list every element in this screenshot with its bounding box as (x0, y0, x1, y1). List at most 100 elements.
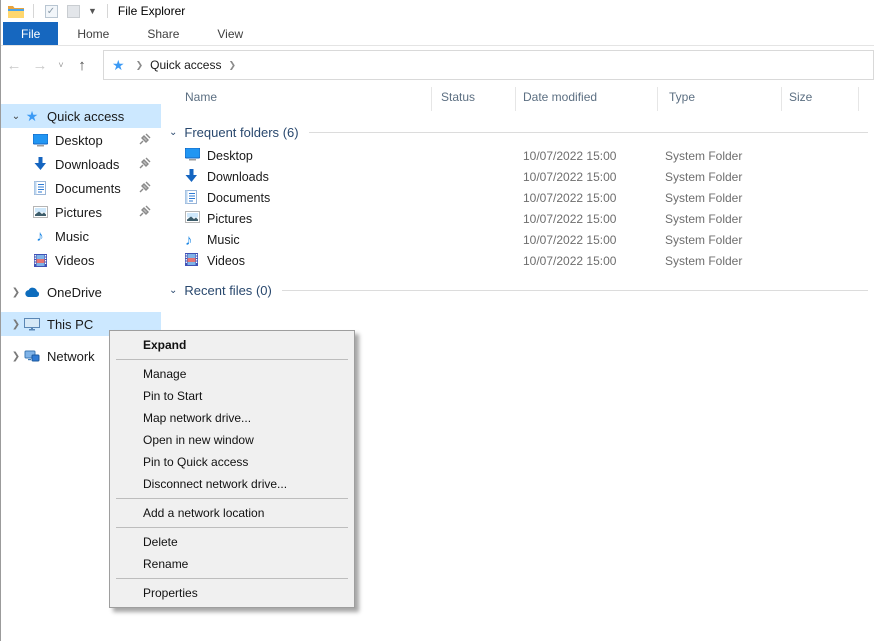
music-icon: ♪ (185, 232, 201, 248)
menu-item-map-network-drive[interactable]: Map network drive... (110, 407, 354, 429)
cell-type: System Folder (665, 188, 742, 209)
sidebar-item-quick-access[interactable]: ⌄ ★ Quick access (1, 104, 161, 128)
sidebar-item-onedrive[interactable]: ❯ OneDrive (1, 280, 161, 304)
file-row-pictures[interactable]: Pictures 10/07/2022 15:00 System Folder (161, 209, 874, 230)
column-divider[interactable] (431, 87, 432, 111)
breadcrumb-chevron-icon-2[interactable]: ❯ (228, 60, 236, 71)
tab-home[interactable]: Home (58, 22, 128, 45)
sidebar-item-music[interactable]: ♪ Music (1, 224, 161, 248)
qat-customize-dropdown-icon[interactable]: ▼ (88, 6, 97, 16)
sidebar-item-downloads[interactable]: Downloads (1, 152, 161, 176)
qat-properties-icon[interactable]: ✓ (43, 3, 59, 19)
titlebar-separator (33, 4, 34, 18)
group-count: (6) (283, 125, 299, 140)
address-bar[interactable]: ★ ❯ Quick access ❯ (103, 50, 874, 80)
menu-item-pin-to-quick-access[interactable]: Pin to Quick access (110, 451, 354, 473)
qat-new-folder-icon[interactable] (65, 3, 81, 19)
file-row-videos[interactable]: Videos 10/07/2022 15:00 System Folder (161, 251, 874, 272)
column-header-date-modified[interactable]: Date modified (523, 84, 597, 111)
sidebar-item-label: Videos (55, 253, 95, 268)
menu-item-open-in-new-window[interactable]: Open in new window (110, 429, 354, 451)
column-divider[interactable] (515, 87, 516, 111)
tab-share[interactable]: Share (128, 22, 198, 45)
sidebar-item-pictures[interactable]: Pictures (1, 200, 161, 224)
quick-access-star-icon: ★ (23, 108, 41, 124)
cell-type: System Folder (665, 146, 742, 167)
group-header-recent-files[interactable]: ⌄ Recent files (0) (161, 281, 868, 299)
column-divider[interactable] (781, 87, 782, 111)
chevron-down-icon[interactable]: ⌄ (169, 285, 177, 296)
cell-date-modified: 10/07/2022 15:00 (523, 188, 616, 209)
sidebar-item-label: Network (47, 349, 95, 364)
breadcrumb-quick-access[interactable]: Quick access (150, 58, 221, 72)
group-label: Recent files (184, 283, 252, 298)
tab-file[interactable]: File (3, 22, 58, 45)
file-row-downloads[interactable]: Downloads 10/07/2022 15:00 System Folder (161, 167, 874, 188)
pictures-icon (185, 211, 201, 227)
titlebar-separator-2 (107, 4, 108, 18)
menu-item-pin-to-start[interactable]: Pin to Start (110, 385, 354, 407)
documents-icon (31, 180, 49, 196)
quick-access-star-icon: ★ (112, 57, 125, 74)
chevron-right-icon[interactable]: ❯ (9, 351, 23, 362)
menu-item-add-a-network-location[interactable]: Add a network location (110, 502, 354, 524)
menu-separator (116, 359, 348, 360)
app-folder-icon (8, 3, 24, 19)
forward-button[interactable]: → (27, 57, 53, 74)
cell-name: Videos (207, 251, 245, 272)
chevron-right-icon[interactable]: ❯ (9, 287, 23, 298)
recent-locations-dropdown-icon[interactable]: ˅ (53, 60, 69, 70)
breadcrumb-chevron-icon[interactable]: ❯ (136, 60, 144, 71)
file-row-music[interactable]: ♪ Music 10/07/2022 15:00 System Folder (161, 230, 874, 251)
menu-separator (116, 578, 348, 579)
music-icon: ♪ (31, 228, 49, 244)
column-divider[interactable] (858, 87, 859, 111)
sidebar-item-label: Desktop (55, 133, 103, 148)
column-header-type[interactable]: Type (669, 84, 695, 111)
group-divider-line (309, 132, 868, 133)
menu-item-manage[interactable]: Manage (110, 363, 354, 385)
back-button[interactable]: ← (1, 57, 27, 74)
ribbon-tab-bar: File Home Share View (1, 22, 874, 46)
column-header-status[interactable]: Status (441, 84, 475, 111)
tab-view[interactable]: View (198, 22, 262, 45)
cell-name: Documents (207, 188, 270, 209)
menu-separator (116, 527, 348, 528)
sidebar-item-label: Documents (55, 181, 121, 196)
context-menu: Expand Manage Pin to Start Map network d… (109, 330, 355, 608)
sidebar-item-videos[interactable]: Videos (1, 248, 161, 272)
cell-type: System Folder (665, 209, 742, 230)
sidebar-item-label: Quick access (47, 109, 124, 124)
downloads-icon (185, 169, 201, 185)
downloads-icon (31, 156, 49, 172)
group-count: (0) (256, 283, 272, 298)
column-header-size[interactable]: Size (789, 84, 812, 111)
file-row-documents[interactable]: Documents 10/07/2022 15:00 System Folder (161, 188, 874, 209)
cell-type: System Folder (665, 251, 742, 272)
videos-icon (185, 253, 201, 269)
group-header-frequent-folders[interactable]: ⌄ Frequent folders (6) (161, 123, 868, 141)
sidebar-item-documents[interactable]: Documents (1, 176, 161, 200)
pin-icon (139, 205, 151, 220)
column-divider[interactable] (657, 87, 658, 111)
sidebar-item-label: Music (55, 229, 89, 244)
up-button[interactable]: ↑ (69, 57, 95, 74)
sidebar-item-label: Downloads (55, 157, 119, 172)
menu-item-expand[interactable]: Expand (110, 334, 354, 356)
menu-item-delete[interactable]: Delete (110, 531, 354, 553)
pin-icon (139, 133, 151, 148)
column-header-name[interactable]: Name (185, 84, 217, 111)
sidebar-item-label: This PC (47, 317, 93, 332)
sidebar-item-label: Pictures (55, 205, 102, 220)
chevron-down-icon[interactable]: ⌄ (9, 111, 23, 122)
chevron-right-icon[interactable]: ❯ (9, 319, 23, 330)
file-row-desktop[interactable]: Desktop 10/07/2022 15:00 System Folder (161, 146, 874, 167)
menu-separator (116, 498, 348, 499)
cell-type: System Folder (665, 167, 742, 188)
navigation-bar: ← → ˅ ↑ ★ ❯ Quick access ❯ (1, 46, 874, 84)
menu-item-properties[interactable]: Properties (110, 582, 354, 604)
chevron-down-icon[interactable]: ⌄ (169, 127, 177, 138)
sidebar-item-desktop[interactable]: Desktop (1, 128, 161, 152)
menu-item-disconnect-network-drive[interactable]: Disconnect network drive... (110, 473, 354, 495)
menu-item-rename[interactable]: Rename (110, 553, 354, 575)
